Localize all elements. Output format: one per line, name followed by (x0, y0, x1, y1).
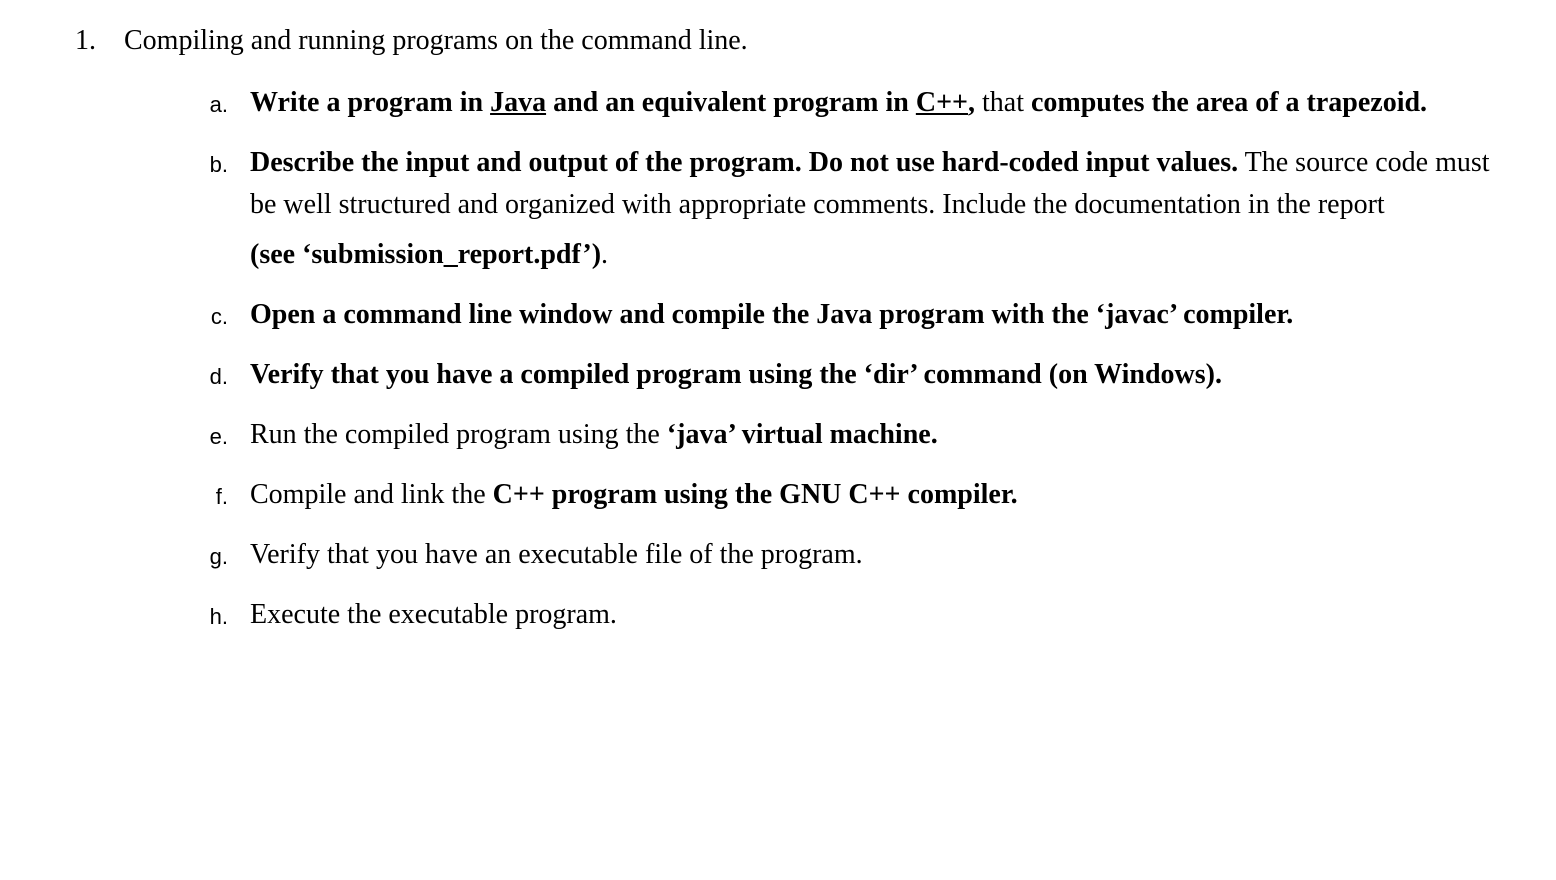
list-content-a: Write a program in Java and an equivalen… (250, 82, 1496, 124)
list-marker-f: f. (204, 474, 228, 516)
ordered-list-sub: a. Write a program in Java and an equiva… (124, 82, 1496, 636)
list-item-1: 1. Compiling and running programs on the… (60, 20, 1496, 654)
list-content-1: Compiling and running programs on the co… (124, 20, 1496, 654)
text-bold: ‘java’ virtual machine. (667, 419, 938, 450)
list-marker-b: b. (204, 142, 228, 276)
list-item-e: e. Run the compiled program using the ‘j… (204, 414, 1496, 456)
list-item-h: h. Execute the executable program. (204, 594, 1496, 636)
text-plain: . (601, 239, 608, 270)
paragraph-b2: (see ‘submission_report.pdf’). (250, 234, 1496, 276)
main-heading: Compiling and running programs on the co… (124, 20, 1496, 62)
list-content-e: Run the compiled program using the ‘java… (250, 414, 1496, 456)
list-content-d: Verify that you have a compiled program … (250, 354, 1496, 396)
list-marker-c: c. (204, 294, 228, 336)
list-item-d: d. Verify that you have a compiled progr… (204, 354, 1496, 396)
list-marker-e: e. (204, 414, 228, 456)
ordered-list-main: 1. Compiling and running programs on the… (60, 20, 1496, 654)
list-content-g: Verify that you have an executable file … (250, 534, 1496, 576)
list-marker-1: 1. (60, 20, 96, 654)
text-plain: Run the compiled program using the (250, 419, 667, 450)
list-item-f: f. Compile and link the C++ program usin… (204, 474, 1496, 516)
list-marker-d: d. (204, 354, 228, 396)
text-comma: , (968, 87, 975, 118)
text-plain: that (975, 87, 1031, 118)
list-item-a: a. Write a program in Java and an equiva… (204, 82, 1496, 124)
text-bold: computes the area of a trapezoid. (1031, 87, 1427, 118)
text-bold: (see ‘submission_report.pdf’) (250, 239, 601, 270)
list-marker-h: h. (204, 594, 228, 636)
list-content-f: Compile and link the C++ program using t… (250, 474, 1496, 516)
text-bold: Write a program in (250, 87, 490, 118)
list-marker-a: a. (204, 82, 228, 124)
text-bold: C++ program using the GNU C++ compiler. (493, 479, 1018, 510)
list-content-c: Open a command line window and compile t… (250, 294, 1496, 336)
list-item-g: g. Verify that you have an executable fi… (204, 534, 1496, 576)
text-plain: Compile and link the (250, 479, 493, 510)
list-item-c: c. Open a command line window and compil… (204, 294, 1496, 336)
paragraph-b1: Describe the input and output of the pro… (250, 142, 1496, 226)
text-java: Java (490, 87, 546, 118)
list-content-h: Execute the executable program. (250, 594, 1496, 636)
list-marker-g: g. (204, 534, 228, 576)
text-bold: Describe the input and output of the pro… (250, 147, 1238, 178)
text-bold: and an equivalent program in (546, 87, 916, 118)
list-content-b: Describe the input and output of the pro… (250, 142, 1496, 276)
list-item-b: b. Describe the input and output of the … (204, 142, 1496, 276)
text-cpp: C++ (916, 87, 968, 118)
